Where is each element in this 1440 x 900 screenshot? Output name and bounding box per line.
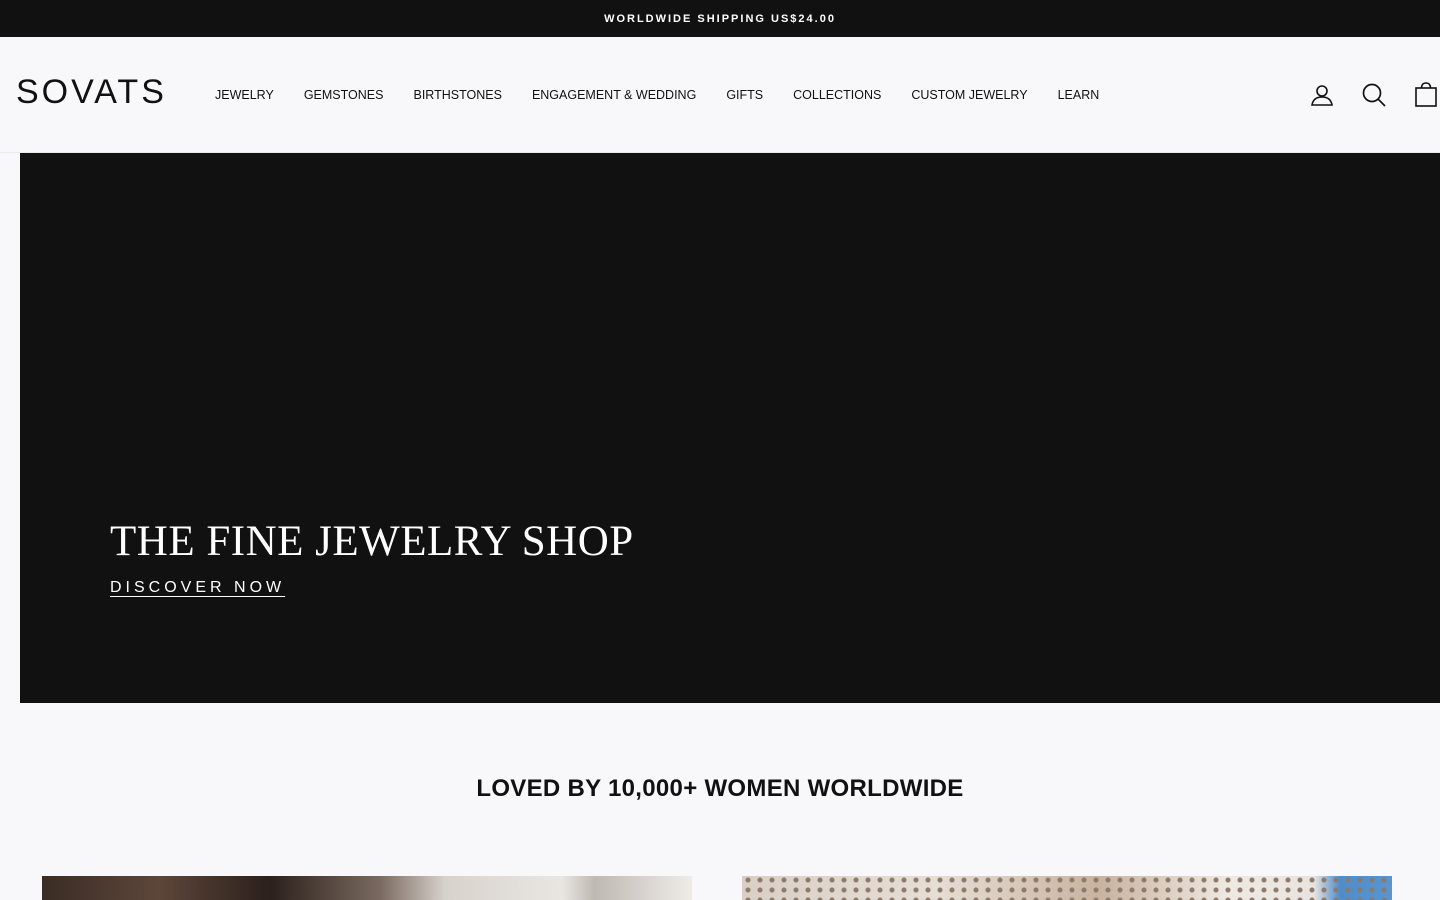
announcement-text: WORLDWIDE SHIPPING US$24.00	[604, 12, 836, 25]
nav-item-jewelry[interactable]: JEWELRY	[200, 87, 289, 103]
nav-item-engagement-wedding[interactable]: ENGAGEMENT & WEDDING	[517, 87, 711, 103]
nav-item-collections[interactable]: COLLECTIONS	[778, 87, 896, 103]
announcement-bar: WORLDWIDE SHIPPING US$24.00	[0, 0, 1440, 37]
nav-item-gemstones[interactable]: GEMSTONES	[289, 87, 399, 103]
section-heading: LOVED BY 10,000+ WOMEN WORLDWIDE	[476, 775, 964, 802]
user-icon[interactable]	[1308, 81, 1336, 109]
cart-icon[interactable]	[1412, 81, 1440, 109]
hero-title: THE FINE JEWELRY SHOP	[110, 518, 634, 565]
discover-now-link[interactable]: DISCOVER NOW	[110, 579, 285, 597]
search-icon[interactable]	[1360, 81, 1388, 109]
site-header: SOVATS JEWELRY GEMSTONES BIRTHSTONES ENG…	[0, 37, 1440, 153]
nav-item-birthstones[interactable]: BIRTHSTONES	[398, 87, 516, 103]
main-nav: JEWELRY GEMSTONES BIRTHSTONES ENGAGEMENT…	[200, 87, 1114, 103]
nav-item-learn[interactable]: LEARN	[1043, 87, 1115, 103]
brand-logo[interactable]: SOVATS	[16, 75, 167, 109]
nav-item-gifts[interactable]: GIFTS	[711, 87, 778, 103]
featured-image-right[interactable]	[742, 876, 1392, 900]
nav-item-custom-jewelry[interactable]: CUSTOM JEWELRY	[896, 87, 1042, 103]
hero-banner: THE FINE JEWELRY SHOP DISCOVER NOW	[20, 153, 1440, 703]
featured-image-left[interactable]	[42, 876, 692, 900]
